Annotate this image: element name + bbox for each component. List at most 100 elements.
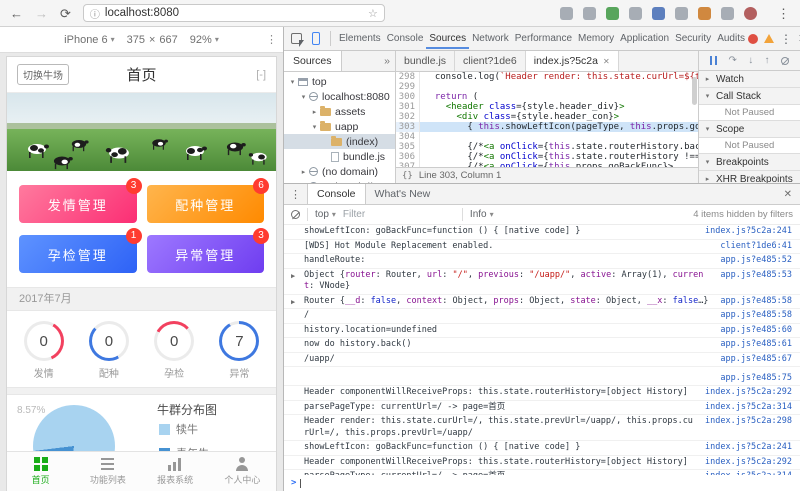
file-tab-client-1de6[interactable]: client?1de6 [455,51,526,71]
close-icon[interactable]: ✕ [603,57,610,66]
expand-arrow-icon[interactable]: ▶ [291,297,295,309]
deactivate-breakpoints-icon[interactable] [780,56,789,65]
tree-item-index[interactable]: (index) [284,134,395,149]
tree-item-uapp[interactable]: ▾ uapp [284,119,395,134]
file-tab-index-js-5c2a[interactable]: index.js?5c2a ✕ [525,51,619,71]
line-number[interactable]: 300 [396,92,420,102]
error-badge-icon[interactable] [747,33,758,44]
pause-icon[interactable] [710,56,718,65]
inspect-element-icon[interactable] [291,33,304,47]
tab-elements[interactable]: Elements [336,28,384,49]
console-source-link[interactable]: app.js?e485:53 [720,270,792,282]
file-tab-bundle-js[interactable]: bundle.js [396,51,456,71]
tab-sources[interactable]: Sources [426,28,469,49]
tab-grid[interactable]: 首页 [7,452,74,491]
drawer-tab-console[interactable]: Console [307,184,366,204]
console-source-link[interactable]: app.js?e485:60 [720,325,792,337]
console-source-link[interactable]: client?1de6:41 [720,241,792,253]
console-source-link[interactable]: index.js?5c2a:241 [705,442,792,454]
minimize-icon[interactable]: [-] [256,69,266,81]
console-source-link[interactable]: app.js?e485:52 [720,255,792,267]
console-filter-input[interactable]: Filter [343,209,455,220]
console-source-link[interactable]: app.js?e485:67 [720,354,792,366]
tree-item-localhost-8080[interactable]: ▾ localhost:8080 [284,89,395,104]
browser-menu-icon[interactable]: ⋮ [777,7,790,20]
step-into-icon[interactable]: ↓ [748,55,753,66]
console-source-link[interactable]: app.js?e485:58 [720,310,792,322]
extension-icon[interactable] [698,6,711,20]
editor-scrollbar[interactable] [692,77,697,105]
info-icon[interactable]: ⓘ [90,6,100,21]
bookmark-star-icon[interactable]: ☆ [368,7,378,20]
switch-farm-button[interactable]: 切换牛场 [17,64,69,85]
line-number[interactable]: 303 [396,122,420,132]
line-number[interactable]: 306 [396,152,420,162]
clear-console-icon[interactable] [291,210,300,219]
tab-chart[interactable]: 报表系统 [142,452,209,491]
device-toolbar-menu-icon[interactable]: ⋮ [266,33,277,46]
tab-memory[interactable]: Memory [575,28,617,49]
step-over-icon[interactable]: ↷ [729,55,737,66]
drawer-tab-what-s-new[interactable]: What's New [366,184,440,204]
overflow-icon[interactable]: » [384,55,395,67]
tab-list[interactable]: 功能列表 [74,452,141,491]
tab-performance[interactable]: Performance [512,28,575,49]
extension-icon[interactable] [675,6,688,20]
sidebar-section-scope[interactable]: ▾ Scope [699,121,800,138]
tab-network[interactable]: Network [469,28,512,49]
console-context-select[interactable]: top ▾ [315,209,336,220]
back-button[interactable]: ← [10,7,23,20]
line-number[interactable]: 298 [396,72,420,82]
console-source-link[interactable]: index.js?5c2a:314 [705,471,792,475]
navigator-tab-sources[interactable]: Sources [284,51,342,71]
extension-icon[interactable] [652,6,665,20]
reload-button[interactable]: ⟳ [60,7,71,20]
console-prompt[interactable]: > [284,475,800,491]
tab-application[interactable]: Application [617,28,672,49]
line-number[interactable]: 304 [396,132,420,142]
tab-person[interactable]: 个人中心 [209,452,276,491]
console-source-link[interactable]: app.js?e485:58 [720,296,792,308]
menu-button-配种管理[interactable]: 配种管理 6 [146,178,269,223]
extension-icon[interactable] [606,6,619,20]
sidebar-section-call-stack[interactable]: ▾ Call Stack [699,88,800,105]
sidebar-section-xhr-breakpoints[interactable]: ▸ XHR Breakpoints [699,171,800,183]
console-level-select[interactable]: Info ▾ [470,209,494,220]
console-source-link[interactable]: app.js?e485:75 [720,373,792,385]
sidebar-section-watch[interactable]: ▸ Watch [699,71,800,88]
console-source-link[interactable]: index.js?5c2a:292 [705,457,792,469]
forward-button[interactable]: → [35,7,48,20]
extension-icon[interactable] [744,6,757,20]
warning-badge-icon[interactable] [763,34,774,43]
extension-icon[interactable] [583,6,596,20]
console-source-link[interactable]: app.js?e485:61 [720,339,792,351]
code-lines[interactable]: 298 console.log(`Header render: this.sta… [396,72,698,167]
pretty-print-icon[interactable]: {} [402,171,413,181]
tab-console[interactable]: Console [384,28,427,49]
tree-item-assets[interactable]: ▸ assets [284,104,395,119]
extension-icon[interactable] [560,6,573,20]
expand-arrow-icon[interactable]: ▶ [291,271,295,283]
line-number[interactable]: 305 [396,142,420,152]
console-source-link[interactable]: index.js?5c2a:298 [705,416,792,428]
line-number[interactable]: 299 [396,82,420,92]
sidebar-section-breakpoints[interactable]: ▾ Breakpoints [699,154,800,171]
devtools-menu-icon[interactable]: ⋮ [780,32,792,46]
line-number[interactable]: 302 [396,112,420,122]
tree-item-no-domain[interactable]: ▸ (no domain) [284,164,395,179]
step-out-icon[interactable]: ↑ [764,55,769,66]
console-messages[interactable]: showLeftIcon: goBackFunc=function () { [… [284,225,800,475]
extension-icon[interactable] [721,6,734,20]
menu-button-异常管理[interactable]: 异常管理 3 [146,228,269,273]
drawer-close-icon[interactable]: ✕ [776,189,800,200]
drawer-menu-icon[interactable]: ⋮ [284,188,307,201]
tab-audits[interactable]: Audits [714,28,748,49]
zoom-select[interactable]: 92% ▾ [190,34,219,46]
console-source-link[interactable]: index.js?5c2a:292 [705,387,792,399]
console-source-link[interactable]: index.js?5c2a:241 [705,226,792,238]
device-select[interactable]: iPhone 6 ▾ [64,34,114,46]
tab-security[interactable]: Security [672,28,714,49]
url-bar[interactable]: ⓘ localhost:8080 ☆ [82,4,385,22]
console-source-link[interactable]: index.js?5c2a:314 [705,402,792,414]
tree-item-top[interactable]: ▾ top [284,74,395,89]
